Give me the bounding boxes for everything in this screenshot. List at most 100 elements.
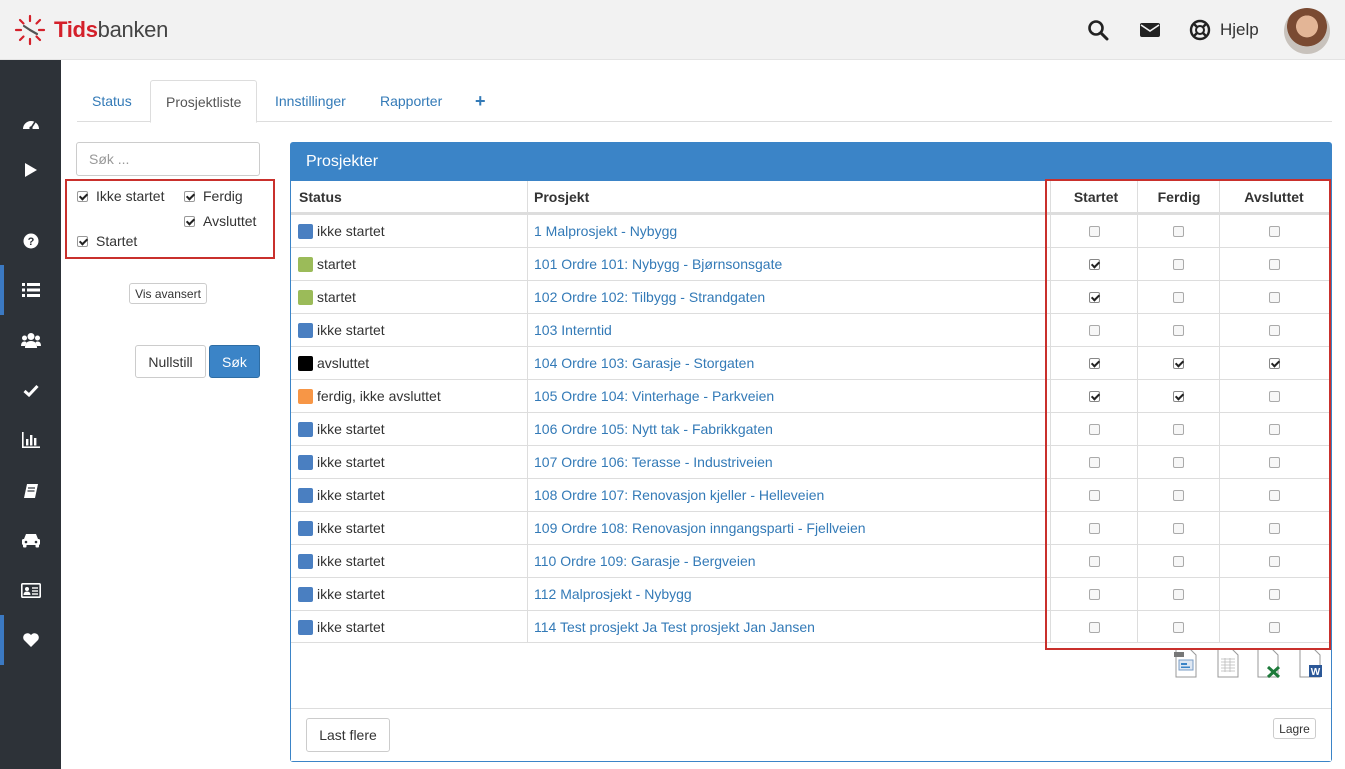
sidebar-item-approve[interactable] <box>0 365 61 415</box>
search-input[interactable] <box>76 142 260 176</box>
filter-startet-checkbox[interactable] <box>77 236 88 247</box>
excel-export-icon[interactable] <box>1255 648 1281 679</box>
tab-add[interactable]: + <box>460 80 501 122</box>
car-icon <box>21 534 40 548</box>
avsluttet-checkbox[interactable] <box>1269 556 1280 567</box>
ferdig-checkbox[interactable] <box>1173 325 1184 336</box>
filter-avsluttet-checkbox[interactable] <box>184 216 195 227</box>
ferdig-checkbox[interactable] <box>1173 523 1184 534</box>
project-link[interactable]: 108 Ordre 107: Renovasjon kjeller - Hell… <box>534 479 824 512</box>
sidebar-item-employees[interactable] <box>0 565 61 615</box>
ferdig-checkbox[interactable] <box>1173 226 1184 237</box>
col-startet[interactable]: Startet <box>1052 181 1140 214</box>
avsluttet-checkbox[interactable] <box>1269 523 1280 534</box>
project-link[interactable]: 112 Malprosjekt - Nybygg <box>534 578 692 611</box>
sidebar-item-users[interactable] <box>0 315 61 365</box>
user-avatar[interactable] <box>1284 8 1330 54</box>
ferdig-checkbox[interactable] <box>1173 622 1184 633</box>
avsluttet-checkbox[interactable] <box>1269 226 1280 237</box>
sidebar-item-handbook[interactable] <box>0 466 61 516</box>
brand-logo[interactable]: Tidsbanken <box>14 14 168 46</box>
startet-checkbox[interactable] <box>1089 556 1100 567</box>
project-link[interactable]: 104 Ordre 103: Garasje - Storgaten <box>534 347 754 380</box>
ferdig-checkbox[interactable] <box>1173 490 1184 501</box>
avsluttet-checkbox[interactable] <box>1269 325 1280 336</box>
project-link[interactable]: 105 Ordre 104: Vinterhage - Parkveien <box>534 380 774 413</box>
avsluttet-checkbox[interactable] <box>1269 259 1280 270</box>
save-button[interactable]: Lagre <box>1273 718 1316 739</box>
ferdig-checkbox[interactable] <box>1173 589 1184 600</box>
tab-prosjektliste[interactable]: Prosjektliste <box>150 80 258 123</box>
col-ferdig[interactable]: Ferdig <box>1138 181 1220 214</box>
startet-checkbox[interactable] <box>1089 457 1100 468</box>
status-text: ikke startet <box>317 553 385 569</box>
lifebuoy-icon[interactable] <box>1188 18 1212 42</box>
tab-rapporter[interactable]: Rapporter <box>365 80 457 122</box>
project-link[interactable]: 110 Ordre 109: Garasje - Bergveien <box>534 545 756 578</box>
avsluttet-checkbox[interactable] <box>1269 589 1280 600</box>
sidebar-item-favorites[interactable] <box>0 615 61 665</box>
project-link[interactable]: 106 Ordre 105: Nytt tak - Fabrikkgaten <box>534 413 773 446</box>
project-link[interactable]: 101 Ordre 101: Nybygg - Bjørnsonsgate <box>534 248 782 281</box>
search-button[interactable]: Søk <box>209 345 260 378</box>
sidebar-item-play[interactable] <box>0 145 61 195</box>
load-more-button[interactable]: Last flere <box>306 718 390 752</box>
startet-checkbox[interactable] <box>1089 391 1100 402</box>
startet-checkbox[interactable] <box>1089 292 1100 303</box>
csv-export-icon[interactable] <box>1215 648 1241 678</box>
startet-checkbox[interactable] <box>1089 622 1100 633</box>
table-row: ferdig, ikke avsluttet 105 Ordre 104: Vi… <box>291 379 1331 412</box>
status-text: ferdig, ikke avsluttet <box>317 388 441 404</box>
avsluttet-checkbox[interactable] <box>1269 622 1280 633</box>
col-avsluttet[interactable]: Avsluttet <box>1220 181 1328 214</box>
word-export-icon[interactable]: W <box>1297 648 1323 678</box>
project-link[interactable]: 107 Ordre 106: Terasse - Industriveien <box>534 446 773 479</box>
sidebar-item-vehicles[interactable] <box>0 515 61 565</box>
avsluttet-checkbox[interactable] <box>1269 490 1280 501</box>
col-status[interactable]: Status <box>299 181 342 214</box>
ferdig-checkbox[interactable] <box>1173 358 1184 369</box>
project-link[interactable]: 103 Interntid <box>534 314 612 347</box>
avsluttet-checkbox[interactable] <box>1269 292 1280 303</box>
search-icon[interactable] <box>1086 18 1110 42</box>
filter-ikke-startet-checkbox[interactable] <box>77 191 88 202</box>
startet-checkbox[interactable] <box>1089 589 1100 600</box>
tab-status[interactable]: Status <box>77 80 147 122</box>
sidebar-item-dashboard[interactable] <box>0 98 61 148</box>
startet-checkbox[interactable] <box>1089 424 1100 435</box>
ferdig-checkbox[interactable] <box>1173 424 1184 435</box>
startet-checkbox[interactable] <box>1089 358 1100 369</box>
avsluttet-checkbox[interactable] <box>1269 424 1280 435</box>
project-link[interactable]: 114 Test prosjekt Ja Test prosjekt Jan J… <box>534 611 815 644</box>
table-row: startet 102 Ordre 102: Tilbygg - Strandg… <box>291 280 1331 313</box>
filter-ferdig-checkbox[interactable] <box>184 191 195 202</box>
ferdig-checkbox[interactable] <box>1173 457 1184 468</box>
startet-checkbox[interactable] <box>1089 259 1100 270</box>
sidebar-item-project-list[interactable] <box>0 265 61 315</box>
pdf-export-icon[interactable] <box>1173 648 1199 678</box>
help-link[interactable]: Hjelp <box>1220 20 1259 40</box>
avsluttet-checkbox[interactable] <box>1269 358 1280 369</box>
sidebar-item-reports[interactable] <box>0 415 61 465</box>
reset-button[interactable]: Nullstill <box>135 345 206 378</box>
show-advanced-button[interactable]: Vis avansert <box>129 283 207 304</box>
ferdig-checkbox[interactable] <box>1173 259 1184 270</box>
startet-checkbox[interactable] <box>1089 523 1100 534</box>
avsluttet-checkbox[interactable] <box>1269 457 1280 468</box>
table-row: ikke startet 112 Malprosjekt - Nybygg <box>291 577 1331 610</box>
ferdig-checkbox[interactable] <box>1173 292 1184 303</box>
avsluttet-checkbox[interactable] <box>1269 391 1280 402</box>
startet-checkbox[interactable] <box>1089 325 1100 336</box>
status-color-swatch <box>298 257 313 272</box>
ferdig-checkbox[interactable] <box>1173 556 1184 567</box>
project-link[interactable]: 102 Ordre 102: Tilbygg - Strandgaten <box>534 281 765 314</box>
project-link[interactable]: 1 Malprosjekt - Nybygg <box>534 215 677 248</box>
sidebar-item-help[interactable]: ? <box>0 216 61 266</box>
startet-checkbox[interactable] <box>1089 226 1100 237</box>
project-link[interactable]: 109 Ordre 108: Renovasjon inngangsparti … <box>534 512 866 545</box>
envelope-icon[interactable] <box>1138 18 1162 42</box>
startet-checkbox[interactable] <box>1089 490 1100 501</box>
tab-innstillinger[interactable]: Innstillinger <box>260 80 361 122</box>
ferdig-checkbox[interactable] <box>1173 391 1184 402</box>
col-prosjekt[interactable]: Prosjekt <box>534 181 589 214</box>
